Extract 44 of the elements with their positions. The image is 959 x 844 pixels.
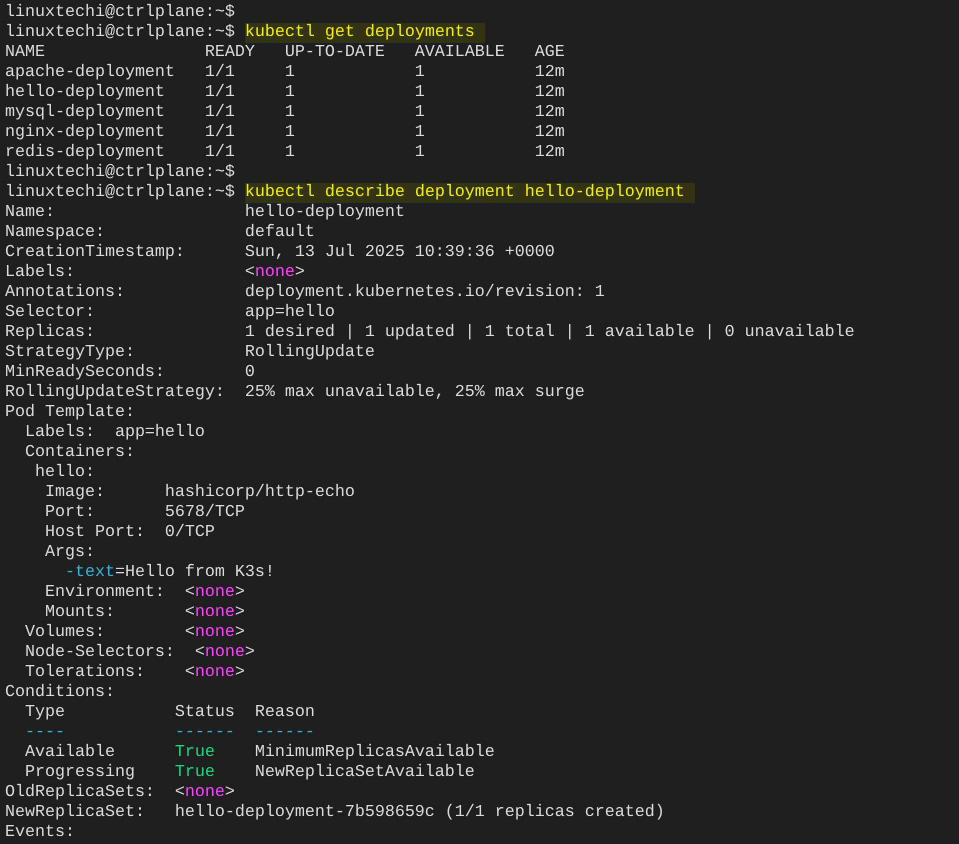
command-text: kubectl get deployments [244,23,485,43]
output-line: Mounts: <none> [44,603,245,623]
output-line: Volumes: <none> [24,623,245,643]
output-line: Image: hashicorp/http-echo [44,483,355,503]
output-line: Available True MinimumReplicasAvailable [24,743,495,763]
output-line: ---- ------ ------ [24,723,315,743]
output-line: Selector: app=hello [5,303,335,323]
output-line: hello: [34,463,95,483]
output-line: MinReadySeconds: 0 [5,363,255,383]
output-line: Labels: <none> [5,263,305,283]
command-text: kubectl describe deployment hello-deployment [244,183,695,203]
output-line: Node-Selectors: <none> [24,643,255,663]
output-line: Name: hello-deployment [5,203,405,223]
output-line: NAME READY UP-TO-DATE AVAILABLE AGE [5,43,565,63]
output-line: hello-deployment 1/1 1 1 12m [5,83,565,103]
output-line: Namespace: default [5,223,315,243]
output-line: Replicas: 1 desired | 1 updated | 1 total | 1 available | 0 unavailable [5,323,855,343]
shell-prompt: linuxtechi@ctrlplane:~$ [5,3,236,23]
output-line: RollingUpdateStrategy: 25% max unavailable, 25% max surge [5,383,585,403]
output-line: Labels: app=hello [24,423,205,443]
output-line: CreationTimestamp: Sun, 13 Jul 2025 10:39:36 +0000 [5,243,555,263]
output-line: Conditions: [5,683,115,703]
output-line: redis-deployment 1/1 1 1 12m [5,143,565,163]
output-line: Args: [44,543,95,563]
output-line: -text=Hello from K3s! [64,563,275,583]
output-line: apache-deployment 1/1 1 1 12m [5,63,565,83]
output-line: Events: [5,823,75,843]
output-line: mysql-deployment 1/1 1 1 12m [5,103,565,123]
shell-prompt: linuxtechi@ctrlplane:~$ [5,163,236,183]
output-line: nginx-deployment 1/1 1 1 12m [5,123,565,143]
output-line: Progressing True NewReplicaSetAvailable [24,763,475,783]
output-line: Containers: [24,443,135,463]
output-line: Pod Template: [5,403,135,423]
shell-prompt: linuxtechi@ctrlplane:~$ [5,23,236,43]
output-line: Type Status Reason [24,703,315,723]
output-line: Tolerations: <none> [24,663,245,683]
shell-prompt: linuxtechi@ctrlplane:~$ [5,183,236,203]
output-line: NewReplicaSet: hello-deployment-7b598659c (1/1 replicas created) [5,803,665,823]
output-line: Environment: <none> [44,583,245,603]
output-line: Host Port: 0/TCP [44,523,215,543]
output-line: StrategyType: RollingUpdate [5,343,375,363]
output-line: Annotations: deployment.kubernetes.io/revision: 1 [5,283,605,303]
output-line: OldReplicaSets: <none> [5,783,235,803]
output-line: Port: 5678/TCP [44,503,245,523]
